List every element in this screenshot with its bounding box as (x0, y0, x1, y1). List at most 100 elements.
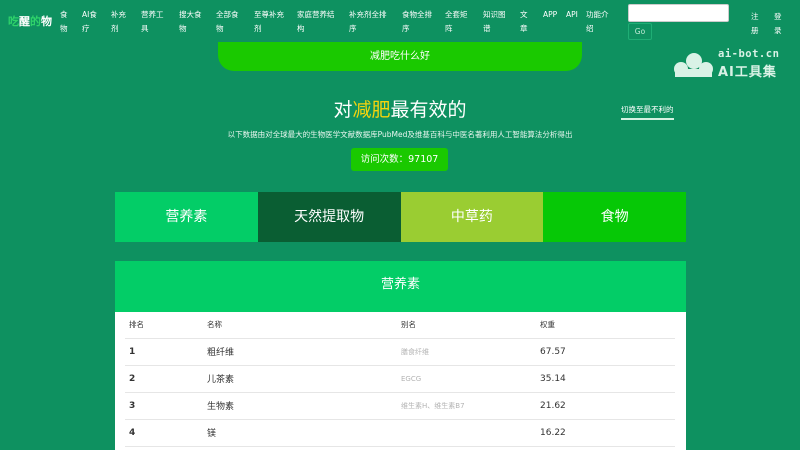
nav-item-all-food[interactable]: 全部食 物 (216, 8, 239, 36)
top-navbar: 吃醒的物 食 物 AI食 疗 补充 剂 营养工 具 搜大食 物 全部食 物 至尊… (0, 0, 800, 44)
login-label: 登 (774, 12, 782, 21)
row-name[interactable]: 镁 (207, 419, 401, 447)
nav-item-label: 全部食 (216, 10, 239, 19)
watermark-logo-icon (674, 53, 713, 77)
row-name[interactable]: 粗纤维 (207, 338, 401, 366)
nav-item-label: 序 (402, 24, 410, 33)
nav-item-supplement-ranking[interactable]: 补充剂全排 序 (349, 8, 387, 36)
nav-item-label: 食物全排 (402, 10, 432, 19)
row-alias: 维生素H、维生素B7 (401, 392, 540, 420)
row-weight: 35.14 (540, 365, 675, 393)
tab-food[interactable]: 食物 (543, 192, 686, 242)
row-weight: 67.57 (540, 338, 675, 366)
nav-item-label: 构 (297, 24, 305, 33)
nav-item-premium-supplements[interactable]: 至尊补充 剂 (254, 8, 284, 36)
nav-item-label: API (566, 10, 578, 19)
nav-item-label: 知识图 (483, 10, 506, 19)
title-highlight: 减肥 (352, 99, 391, 121)
logo-char-4: 物 (41, 15, 52, 28)
nav-item-label: 谱 (483, 24, 491, 33)
nav-item-label: 家庭营养结 (297, 10, 335, 19)
visit-count-badge: 访问次数：97107 (351, 148, 448, 171)
register-label: 注 (751, 12, 759, 21)
column-header-weight: 权重 (540, 312, 675, 339)
row-name[interactable]: 生物素 (207, 392, 401, 420)
nav-item-food[interactable]: 食 物 (60, 8, 68, 36)
nav-item-label: 文 (520, 10, 528, 19)
nav-item-ai-therapy[interactable]: AI食 疗 (82, 8, 97, 36)
tab-nutrients[interactable]: 营养素 (115, 192, 258, 242)
nav-item-label: 剂 (254, 24, 262, 33)
panel-body: 排名 名称 别名 权重 1 粗纤维 膳食纤维 67.57 2 儿茶素 EGCG (115, 312, 686, 450)
tab-natural-extracts[interactable]: 天然提取物 (257, 192, 401, 242)
nav-item-label: 搜大食 (179, 10, 202, 19)
nav-item-label: 补充 (111, 10, 126, 19)
row-rank: 3 (125, 392, 207, 420)
nav-item-matrix[interactable]: 全套矩 阵 (445, 8, 468, 36)
row-rank: 4 (125, 419, 207, 447)
row-weight: 16.22 (540, 419, 675, 447)
title-suffix: 最有效的 (390, 99, 467, 121)
nav-item-label: 物 (60, 24, 68, 33)
table-row[interactable]: 3 生物素 维生素H、维生素B7 21.62 (125, 392, 675, 420)
logo-char-2: 醒 (19, 15, 30, 28)
nutrient-ranking-panel: 营养素 排名 名称 别名 权重 1 粗纤维 膳食纤维 67.57 2 儿茶素 E… (115, 261, 686, 450)
nav-item-supplements[interactable]: 补充 剂 (111, 8, 126, 36)
nav-item-label: AI食 (82, 10, 97, 19)
nav-item-articles[interactable]: 文 章 (520, 8, 528, 36)
nav-item-label: 具 (141, 24, 149, 33)
diet-topic-button[interactable]: 减肥吃什么好 (218, 42, 582, 71)
nav-item-knowledge-graph[interactable]: 知识图 谱 (483, 8, 506, 36)
switch-to-harmful-link[interactable]: 切换至最不利的 (621, 104, 674, 120)
nav-item-label: 物 (216, 24, 224, 33)
nav-item-label: 章 (520, 24, 528, 33)
nav-item-api[interactable]: API (566, 8, 578, 22)
page-title: 对减肥最有效的 (0, 95, 800, 122)
nav-item-features[interactable]: 功能介 绍 (586, 8, 609, 36)
ranking-table: 排名 名称 别名 权重 1 粗纤维 膳食纤维 67.57 2 儿茶素 EGCG (125, 312, 675, 447)
nav-item-label: 功能介 (586, 10, 609, 19)
nav-item-label: 物 (179, 24, 187, 33)
nav-item-search-food[interactable]: 搜大食 物 (179, 8, 202, 36)
nav-item-food-ranking[interactable]: 食物全排 序 (402, 8, 432, 36)
table-row[interactable]: 4 镁 16.22 (125, 419, 675, 447)
login-label: 录 (774, 26, 782, 35)
nav-item-family-nutrition[interactable]: 家庭营养结 构 (297, 8, 335, 36)
title-prefix: 对 (333, 99, 353, 121)
nav-item-label: 阵 (445, 24, 453, 33)
row-name[interactable]: 儿茶素 (207, 365, 401, 393)
row-alias (401, 419, 540, 447)
search-input[interactable] (628, 4, 729, 22)
nav-item-label: 食 (60, 10, 68, 19)
row-rank: 2 (125, 365, 207, 393)
nav-item-label: 绍 (586, 24, 594, 33)
nav-item-label: 至尊补充 (254, 10, 284, 19)
logo-char-3: 的 (30, 15, 41, 28)
register-link[interactable]: 注 册 (751, 10, 759, 38)
nav-item-label: 剂 (111, 24, 119, 33)
nav-item-label: 疗 (82, 24, 90, 33)
nav-item-label: 补充剂全排 (349, 10, 387, 19)
category-tabs: 营养素 天然提取物 中草药 食物 (115, 192, 686, 242)
watermark-name: AI工具集 (718, 65, 777, 80)
login-link[interactable]: 登 录 (774, 10, 782, 38)
search-go-button[interactable]: Go (628, 23, 652, 40)
register-label: 册 (751, 26, 759, 35)
watermark-domain: ai-bot.cn (718, 48, 780, 60)
logo-char-1: 吃 (8, 15, 19, 28)
nav-item-nutrition-tools[interactable]: 营养工 具 (141, 8, 164, 36)
data-source-note: 以下数据由对全球最大的生物医学文献数据库PubMed及维基百科与中医名著利用人工… (227, 130, 573, 139)
tab-herbal-medicine[interactable]: 中草药 (400, 192, 544, 242)
column-header-name: 名称 (207, 312, 401, 339)
column-header-rank: 排名 (125, 312, 207, 339)
row-alias: 膳食纤维 (401, 338, 540, 366)
watermark: ai-bot.cn AI工具集 (672, 46, 796, 80)
table-row[interactable]: 1 粗纤维 膳食纤维 67.57 (125, 338, 675, 366)
site-logo[interactable]: 吃醒的物 (8, 13, 52, 29)
row-weight: 21.62 (540, 392, 675, 420)
nav-item-app[interactable]: APP (543, 8, 557, 22)
nav-item-label: 全套矩 (445, 10, 468, 19)
row-alias: EGCG (401, 365, 540, 393)
panel-title: 营养素 (115, 261, 686, 312)
table-row[interactable]: 2 儿茶素 EGCG 35.14 (125, 365, 675, 393)
